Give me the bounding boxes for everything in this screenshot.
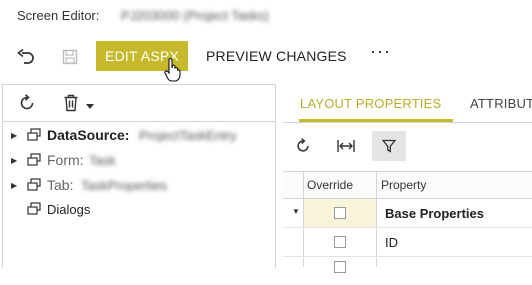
- property-name: Base Properties: [385, 206, 484, 221]
- table-row[interactable]: [283, 257, 532, 285]
- preview-changes-button[interactable]: PREVIEW CHANGES: [206, 48, 347, 64]
- hand-cursor-icon: [164, 57, 182, 85]
- tab-layout-properties[interactable]: LAYOUT PROPERTIES: [300, 96, 441, 111]
- column-header-override[interactable]: Override: [307, 178, 353, 192]
- override-checkbox[interactable]: [334, 207, 346, 219]
- trash-icon[interactable]: [63, 94, 79, 115]
- control-node-icon: [27, 202, 41, 216]
- collapse-arrow-icon[interactable]: ▼: [292, 207, 300, 216]
- tab-attributes[interactable]: ATTRIBUTES: [470, 96, 532, 111]
- properties-panel: LAYOUT PROPERTIES ATTRIBUTES Override Pr…: [283, 84, 532, 273]
- filter-icon[interactable]: [372, 131, 406, 161]
- grid-toolbar: [283, 123, 532, 172]
- override-cell: [304, 199, 376, 227]
- screen-name-value: PJ203000 (Project Tasks): [121, 8, 269, 23]
- control-tree-panel: ▶ DataSource: ProjectTaskEntry ▶ Form: T…: [2, 84, 276, 268]
- override-checkbox[interactable]: [334, 236, 346, 248]
- expand-arrow-icon[interactable]: ▶: [11, 156, 17, 165]
- undo-icon[interactable]: [15, 46, 37, 68]
- refresh-icon[interactable]: [286, 131, 320, 161]
- control-node-icon: [27, 178, 41, 192]
- tree-item-value: ProjectTaskEntry: [139, 127, 237, 143]
- tree-item-value: TaskProperties: [81, 177, 167, 193]
- tree-item-dialogs[interactable]: Dialogs: [3, 198, 273, 220]
- grid-header: Override Property: [283, 172, 532, 199]
- control-node-icon: [27, 153, 41, 167]
- title-bar: Screen Editor: PJ203000 (Project Tasks): [0, 0, 532, 30]
- tree-toolbar: [3, 85, 275, 122]
- screen-editor-label: Screen Editor:: [17, 8, 100, 23]
- tree-item-form[interactable]: ▶ Form: Task: [3, 149, 273, 171]
- override-checkbox[interactable]: [334, 261, 346, 273]
- tree-item-label: Tab:: [47, 177, 74, 193]
- table-row[interactable]: ▼ Base Properties: [283, 199, 532, 228]
- tree-item-label: Form:: [47, 152, 84, 168]
- save-icon[interactable]: [59, 46, 81, 68]
- tree-item-tab[interactable]: ▶ Tab: TaskProperties: [3, 174, 273, 196]
- table-row[interactable]: ID: [283, 228, 532, 257]
- tree-item-label: DataSource:: [47, 127, 130, 143]
- properties-tabs: LAYOUT PROPERTIES ATTRIBUTES: [283, 84, 532, 123]
- column-header-property[interactable]: Property: [381, 178, 426, 192]
- tree-item-datasource[interactable]: ▶ DataSource: ProjectTaskEntry: [3, 124, 273, 146]
- refresh-icon[interactable]: [18, 94, 36, 115]
- tree-item-value: Task: [89, 152, 116, 168]
- active-tab-indicator: [299, 119, 453, 122]
- expand-arrow-icon[interactable]: ▶: [11, 131, 17, 140]
- property-name: ID: [385, 235, 398, 250]
- main-toolbar: EDIT ASPX PREVIEW CHANGES ···: [0, 30, 532, 82]
- caret-down-icon[interactable]: [86, 98, 94, 113]
- fit-columns-icon[interactable]: [329, 131, 363, 161]
- tree-item-label: Dialogs: [47, 201, 91, 217]
- expand-arrow-icon[interactable]: ▶: [11, 181, 17, 190]
- control-node-icon: [27, 128, 41, 142]
- more-options-button[interactable]: ···: [370, 41, 391, 62]
